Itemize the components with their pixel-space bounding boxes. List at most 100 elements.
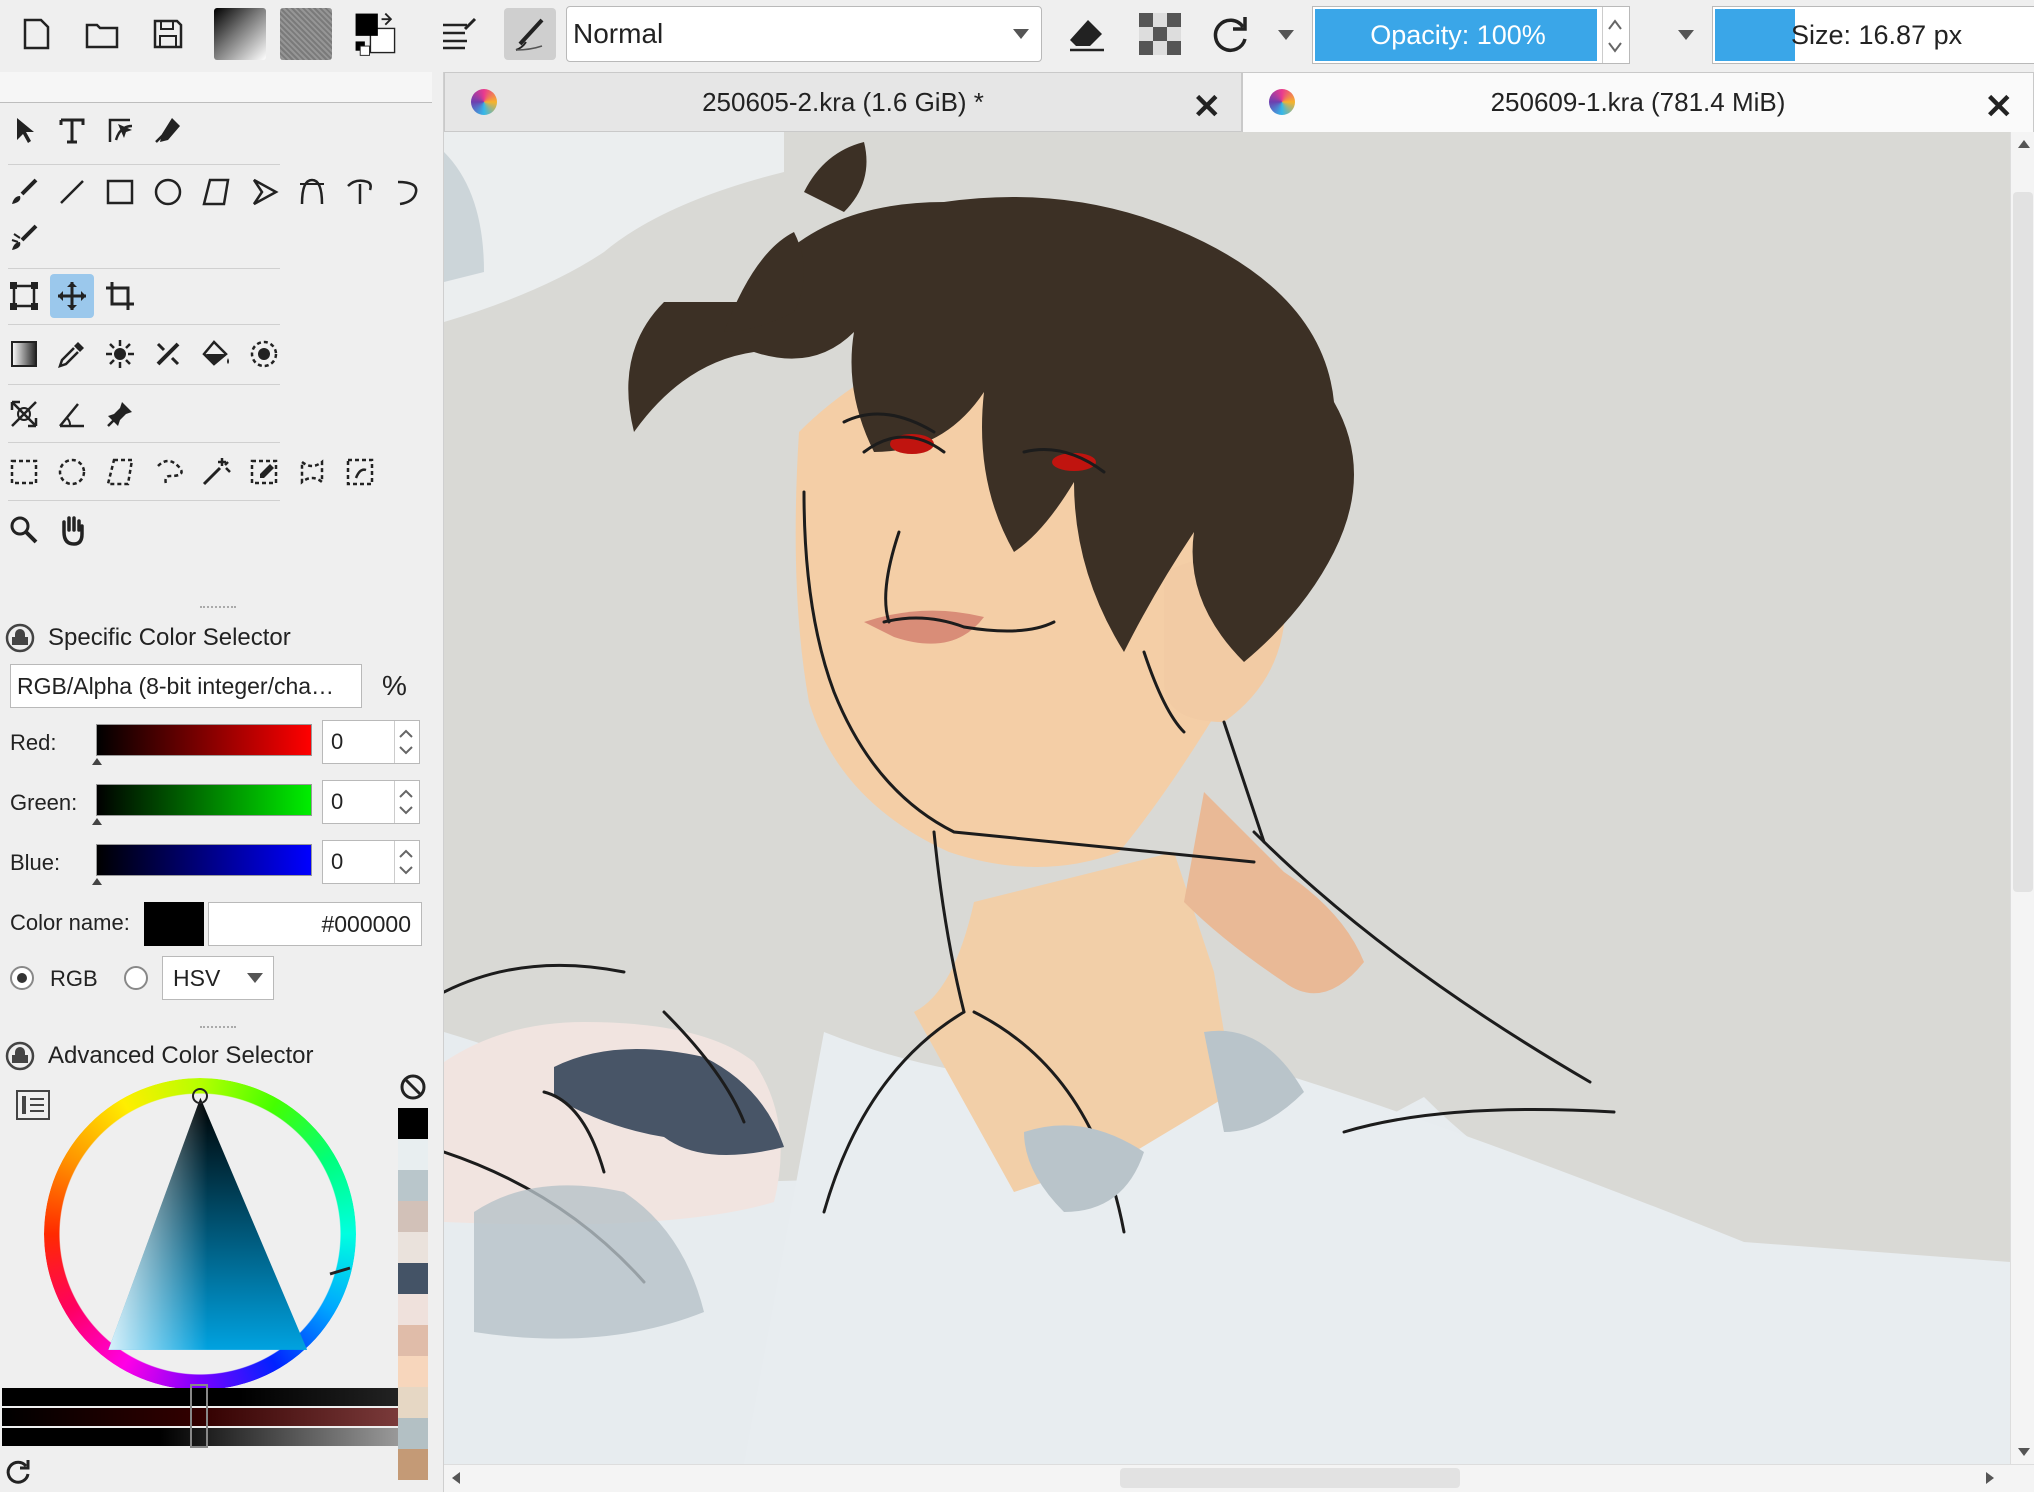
select-shapes-icon[interactable] <box>2 108 46 152</box>
opacity-spinner[interactable] <box>1602 7 1629 63</box>
red-slider-handle[interactable] <box>92 758 102 765</box>
fill-tool-icon[interactable] <box>194 332 238 376</box>
horizontal-scrollbar[interactable] <box>444 1464 2034 1492</box>
dock-splitter[interactable] <box>200 1026 236 1028</box>
vertical-scrollbar[interactable] <box>2010 132 2034 1464</box>
dock-lock-icon[interactable] <box>4 1040 36 1072</box>
more-dropdown-icon[interactable] <box>1278 30 1294 40</box>
recent-color-swatch[interactable] <box>398 1232 428 1263</box>
polyline-tool-icon[interactable] <box>242 170 286 214</box>
red-input[interactable]: 0 <box>322 720 420 764</box>
gradient-tool-icon[interactable] <box>2 332 46 376</box>
recent-color-swatch[interactable] <box>398 1108 428 1139</box>
save-icon[interactable] <box>142 8 194 60</box>
rgb-radio[interactable] <box>10 966 34 990</box>
vertical-scroll-thumb[interactable] <box>2013 192 2033 892</box>
hsv-model-select[interactable]: HSV <box>162 956 274 1000</box>
red-slider[interactable] <box>96 724 312 756</box>
recent-color-swatch[interactable] <box>398 1201 428 1232</box>
blue-slider-handle[interactable] <box>92 878 102 885</box>
close-icon[interactable]: ✕ <box>1985 87 2014 127</box>
rectangle-tool-icon[interactable] <box>98 170 142 214</box>
dock-lock-icon[interactable] <box>4 622 36 654</box>
new-document-icon[interactable] <box>10 8 62 60</box>
recent-color-swatch[interactable] <box>398 1387 428 1418</box>
magnetic-select-icon[interactable] <box>338 450 382 494</box>
green-spinner[interactable] <box>394 781 419 823</box>
transform-tool-icon[interactable] <box>2 274 46 318</box>
advanced-color-selector-header[interactable]: Advanced Color Selector <box>4 1036 313 1076</box>
hsv-radio[interactable] <box>124 966 148 990</box>
shade-slider-handle[interactable] <box>190 1384 208 1448</box>
assistant-tool-icon[interactable] <box>146 332 190 376</box>
brush-preset-icon[interactable] <box>504 8 556 60</box>
perspective-grid-icon[interactable] <box>2 392 46 436</box>
recent-color-swatch[interactable] <box>398 1294 428 1325</box>
recent-color-swatch[interactable] <box>398 1325 428 1356</box>
pan-tool-icon[interactable] <box>50 508 94 552</box>
recent-color-swatch[interactable] <box>398 1170 428 1201</box>
recent-color-swatch[interactable] <box>398 1139 428 1170</box>
percent-toggle[interactable]: % <box>382 670 407 702</box>
color-wheel[interactable] <box>44 1078 356 1390</box>
open-document-icon[interactable] <box>76 8 128 60</box>
refresh-icon[interactable] <box>4 1458 32 1486</box>
bezier-select-icon[interactable] <box>290 450 334 494</box>
ellipse-tool-icon[interactable] <box>146 170 190 214</box>
edit-shapes-icon[interactable] <box>98 108 142 152</box>
enclose-fill-icon[interactable] <box>242 332 286 376</box>
color-hex-input[interactable]: #000000 <box>208 902 422 946</box>
blend-mode-select[interactable]: Normal <box>566 6 1042 62</box>
freehand-brush-icon[interactable] <box>2 170 46 214</box>
color-space-select[interactable]: RGB/Alpha (8-bit integer/cha… <box>10 664 362 708</box>
freehand-path-icon[interactable] <box>338 170 382 214</box>
measure-tool-icon[interactable] <box>50 392 94 436</box>
opacity-slider[interactable]: Opacity: 100% <box>1312 6 1630 64</box>
multibrush-icon[interactable] <box>2 216 46 260</box>
blue-spinner[interactable] <box>394 841 419 883</box>
recent-color-swatch[interactable] <box>398 1356 428 1387</box>
size-slider[interactable]: Size: 16.87 px <box>1712 6 2034 64</box>
specific-color-selector-header[interactable]: Specific Color Selector <box>4 618 291 658</box>
clear-history-icon[interactable] <box>398 1072 428 1102</box>
eraser-icon[interactable] <box>1060 8 1112 60</box>
scroll-up-icon[interactable] <box>2018 140 2030 148</box>
dynamic-brush-icon[interactable] <box>386 170 430 214</box>
freehand-select-icon[interactable] <box>146 450 190 494</box>
rect-select-icon[interactable] <box>2 450 46 494</box>
tab-document-1[interactable]: 250605-2.kra (1.6 GiB) * ✕ <box>444 72 1242 132</box>
fg-bg-color-icon[interactable] <box>350 8 402 60</box>
move-tool-icon[interactable] <box>50 274 94 318</box>
reference-pin-icon[interactable] <box>98 392 142 436</box>
green-input[interactable]: 0 <box>322 780 420 824</box>
text-tool-icon[interactable] <box>50 108 94 152</box>
tab-document-2[interactable]: 250609-1.kra (781.4 MiB) ✕ <box>1242 72 2034 132</box>
drawing-canvas[interactable] <box>444 132 2010 1464</box>
preserve-alpha-icon[interactable] <box>1134 8 1186 60</box>
magic-wand-icon[interactable] <box>194 450 238 494</box>
brush-settings-icon[interactable] <box>432 8 484 60</box>
recent-color-swatch[interactable] <box>398 1449 428 1480</box>
ellipse-select-icon[interactable] <box>50 450 94 494</box>
green-slider[interactable] <box>96 784 312 816</box>
zoom-tool-icon[interactable] <box>2 508 46 552</box>
line-tool-icon[interactable] <box>50 170 94 214</box>
opacity-dropdown-icon[interactable] <box>1678 30 1694 40</box>
green-slider-handle[interactable] <box>92 818 102 825</box>
reload-preset-icon[interactable] <box>1204 8 1256 60</box>
polygon-tool-icon[interactable] <box>194 170 238 214</box>
close-icon[interactable]: ✕ <box>1193 87 1222 127</box>
dock-splitter[interactable] <box>200 606 236 608</box>
blue-input[interactable]: 0 <box>322 840 420 884</box>
recent-color-swatch[interactable] <box>398 1263 428 1294</box>
blue-slider[interactable] <box>96 844 312 876</box>
red-spinner[interactable] <box>394 721 419 763</box>
recent-color-swatch[interactable] <box>398 1418 428 1449</box>
pattern-preset-icon[interactable] <box>280 8 332 60</box>
crop-tool-icon[interactable] <box>98 274 142 318</box>
horizontal-scroll-thumb[interactable] <box>1120 1468 1460 1488</box>
smart-patch-icon[interactable] <box>98 332 142 376</box>
polygon-select-icon[interactable] <box>98 450 142 494</box>
color-picker-icon[interactable] <box>50 332 94 376</box>
scroll-down-icon[interactable] <box>2018 1448 2030 1456</box>
